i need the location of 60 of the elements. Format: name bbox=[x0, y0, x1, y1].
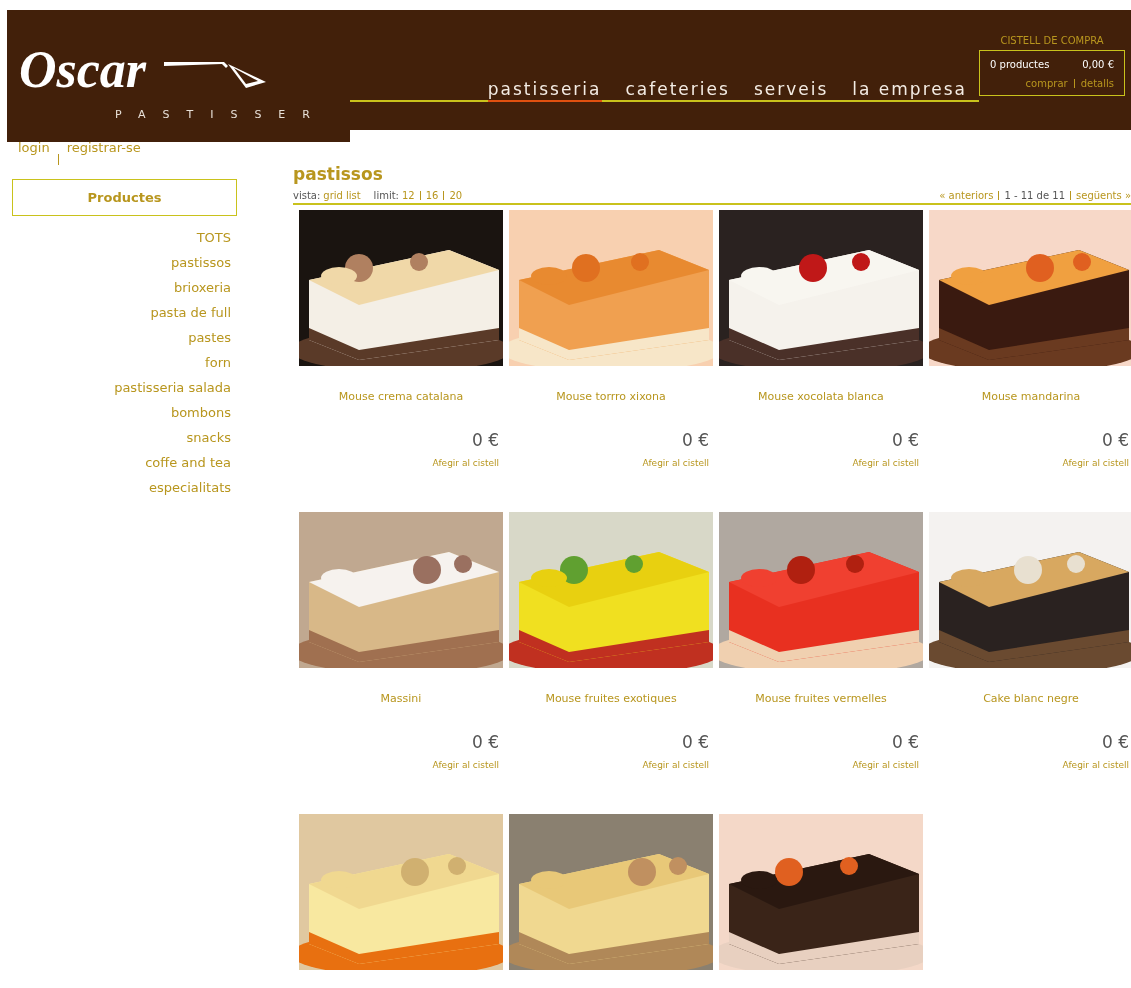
category-link[interactable]: especialitats bbox=[12, 475, 237, 500]
add-to-cart-link[interactable]: Afegir al cistell bbox=[852, 760, 923, 770]
category-link[interactable]: pasta de full bbox=[12, 300, 237, 325]
product-price: 0 € bbox=[680, 430, 710, 450]
category-link[interactable]: brioxeria bbox=[12, 275, 237, 300]
category-link[interactable]: bombons bbox=[12, 400, 237, 425]
previous-link[interactable]: « anteriors bbox=[939, 190, 994, 201]
account-link[interactable]: registrar-se bbox=[66, 140, 141, 179]
category-link[interactable]: pastes bbox=[12, 325, 237, 350]
product-name[interactable]: Mouse crema catalana bbox=[299, 390, 503, 430]
category-link[interactable]: coffe and tea bbox=[12, 450, 237, 475]
product-price: 0 € bbox=[680, 732, 710, 752]
category-link[interactable]: forn bbox=[12, 350, 237, 375]
product-price: 0 € bbox=[890, 732, 920, 752]
view-link[interactable]: list bbox=[345, 190, 361, 201]
product-price: 0 € bbox=[1100, 430, 1130, 450]
product-name[interactable]: Mouse torrro xixona bbox=[509, 390, 713, 430]
add-to-cart-link[interactable]: Afegir al cistell bbox=[642, 760, 713, 770]
next-link[interactable]: següents » bbox=[1076, 190, 1131, 201]
product-price: 0 € bbox=[470, 430, 500, 450]
product-name[interactable]: Mouse mandarina bbox=[929, 390, 1131, 430]
limit-label: limit: bbox=[373, 190, 399, 201]
category-link[interactable]: TOTS bbox=[12, 225, 237, 250]
page-title: pastissos bbox=[293, 164, 384, 186]
logo-name: Oscar bbox=[19, 40, 147, 100]
add-to-cart-link[interactable]: Afegir al cistell bbox=[1062, 458, 1131, 468]
nav-link[interactable]: la empresa bbox=[852, 79, 967, 102]
nav-link[interactable]: pastisseria bbox=[487, 79, 602, 102]
logo-tagline: PASTISSER bbox=[115, 108, 328, 121]
add-to-cart-link[interactable]: Afegir al cistell bbox=[1062, 760, 1131, 770]
add-to-cart-link[interactable]: Afegir al cistell bbox=[642, 458, 713, 468]
add-to-cart-link[interactable]: Afegir al cistell bbox=[432, 760, 503, 770]
add-to-cart-link[interactable]: Afegir al cistell bbox=[432, 458, 503, 468]
page-range: 1 - 11 de 11 bbox=[1004, 190, 1066, 201]
cart-link[interactable]: detalls bbox=[1080, 78, 1114, 89]
category-link[interactable]: pastissos bbox=[12, 250, 237, 275]
product-name[interactable]: Mouse fruites exotiques bbox=[509, 692, 713, 732]
nav-link[interactable]: serveis bbox=[753, 79, 829, 102]
category-link[interactable]: snacks bbox=[12, 425, 237, 450]
limit-link[interactable]: 16 bbox=[425, 190, 439, 201]
category-heading: Productes bbox=[12, 179, 237, 216]
product-price: 0 € bbox=[890, 430, 920, 450]
limit-link[interactable]: 20 bbox=[449, 190, 463, 201]
product-name[interactable]: Mouse fruites vermelles bbox=[719, 692, 923, 732]
account-link[interactable]: login bbox=[18, 140, 50, 179]
product-name[interactable]: Cake blanc negre bbox=[929, 692, 1131, 732]
cart-title: CISTELL DE COMPRA bbox=[1000, 35, 1104, 46]
view-link[interactable]: grid bbox=[323, 190, 343, 201]
limit-link[interactable]: 12 bbox=[402, 190, 415, 201]
category-link[interactable]: pastisseria salada bbox=[12, 375, 237, 400]
view-label: vista: bbox=[293, 190, 321, 201]
product-name[interactable]: Massini bbox=[299, 692, 503, 732]
product-price: 0 € bbox=[470, 732, 500, 752]
cart-total: 0,00 € bbox=[1082, 59, 1114, 70]
cart-link[interactable]: comprar bbox=[1025, 78, 1068, 89]
add-to-cart-link[interactable]: Afegir al cistell bbox=[852, 458, 923, 468]
product-price: 0 € bbox=[1100, 732, 1130, 752]
cart-count: 0 productes bbox=[990, 59, 1050, 70]
product-name[interactable]: Mouse xocolata blanca bbox=[719, 390, 923, 430]
nav-link[interactable]: cafeteries bbox=[625, 79, 730, 102]
